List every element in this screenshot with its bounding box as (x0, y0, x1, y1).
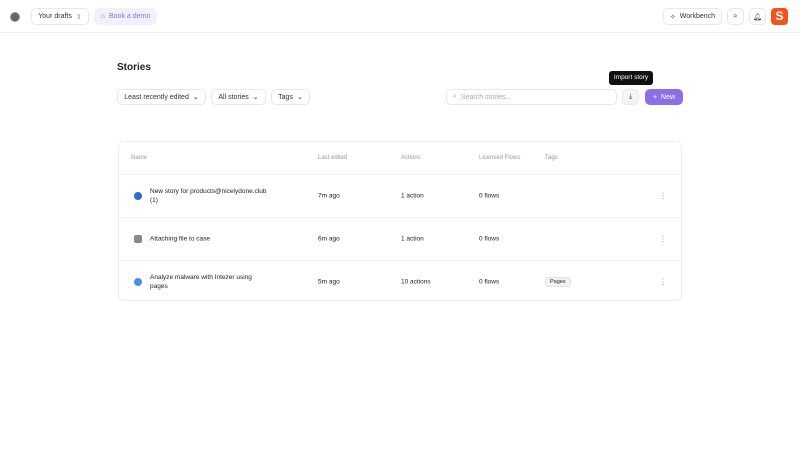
header-licensed-flows: Licensed Flows (479, 155, 521, 161)
bell-icon: 🔔︎ (753, 13, 762, 21)
drafts-selector[interactable]: Your drafts ⇕ (31, 8, 89, 25)
flows-count: 0 flows (479, 235, 500, 243)
header-actions: Actions (401, 155, 421, 161)
chevron-down-icon: ⌄ (252, 94, 259, 101)
search-placeholder: Search stories... (460, 93, 512, 101)
header-tags: Tags (545, 155, 558, 161)
chevron-down-icon: ⌄ (192, 94, 199, 101)
actions-count: 10 actions (401, 278, 431, 286)
filter-label: All stories (218, 93, 249, 101)
last-edited: 6m ago (318, 235, 340, 243)
book-demo-label: Book a demo (108, 13, 151, 20)
more-options-icon[interactable]: ⋮ (659, 278, 667, 287)
workbench-button[interactable]: ✧ Workbench (663, 8, 722, 25)
flows-count: 0 flows (479, 192, 500, 200)
last-edited: 7m ago (318, 192, 340, 200)
search-button[interactable]: ⌕ (727, 8, 744, 25)
sort-dropdown[interactable]: Least recently edited ⌄ (117, 89, 206, 105)
download-icon: ⤓ (628, 93, 633, 100)
chevron-updown-icon: ⇕ (75, 13, 82, 21)
last-edited: 5m ago (318, 278, 340, 286)
header-name: Name (131, 155, 148, 161)
search-icon: ⌕ (453, 93, 457, 100)
page-title: Stories (117, 62, 151, 73)
more-options-icon[interactable]: ⋮ (659, 192, 667, 201)
new-label: New (661, 93, 676, 101)
story-icon (134, 235, 142, 243)
top-bar: Your drafts ⇕ ⌂ Book a demo ✧ Workbench ⌕ 🔔… (0, 0, 800, 33)
stories-table: Name Last edited Actions Licensed Flows … (118, 141, 682, 301)
actions-count: 1 action (401, 192, 424, 200)
more-options-icon[interactable]: ⋮ (659, 235, 667, 244)
table-row[interactable]: Attaching file to case 6m ago 1 action 0… (119, 217, 681, 260)
plus-icon: + (652, 93, 658, 101)
sparkle-icon: ✧ (669, 13, 676, 21)
import-button[interactable]: ⤓ (622, 89, 639, 105)
table-row[interactable]: Analyze malware with Intezer using pages… (119, 260, 681, 303)
tags-dropdown[interactable]: Tags ⌄ (271, 89, 310, 105)
workspace-icon[interactable] (10, 12, 20, 22)
chevron-down-icon: ⌄ (296, 94, 303, 101)
table-row[interactable]: New story for products@nicelydone.club (… (119, 174, 681, 217)
story-name[interactable]: Attaching file to case (150, 235, 210, 244)
new-button[interactable]: + New (645, 89, 683, 105)
notifications-button[interactable]: 🔔︎ (749, 8, 766, 25)
drafts-label: Your drafts (38, 13, 72, 20)
header-last-edited: Last edited (318, 155, 348, 161)
tags-label: Tags (278, 93, 293, 101)
brand-logo[interactable]: S (771, 8, 788, 25)
actions-count: 1 action (401, 235, 424, 243)
workbench-label: Workbench (679, 13, 716, 20)
search-input[interactable]: ⌕ Search stories... (446, 89, 617, 105)
tag-badge: Pages (545, 277, 571, 287)
flows-count: 0 flows (479, 278, 500, 286)
story-icon (134, 192, 142, 200)
story-name[interactable]: New story for products@nicelydone.club (… (150, 187, 270, 205)
bell-icon: ⌂ (100, 13, 105, 20)
search-icon: ⌕ (733, 12, 738, 20)
filter-dropdown[interactable]: All stories ⌄ (211, 89, 266, 105)
tooltip: Import story (609, 71, 653, 85)
sort-label: Least recently edited (124, 93, 189, 101)
book-demo-button[interactable]: ⌂ Book a demo (94, 8, 157, 25)
story-icon (134, 278, 142, 286)
story-name[interactable]: Analyze malware with Intezer using pages (150, 273, 270, 291)
